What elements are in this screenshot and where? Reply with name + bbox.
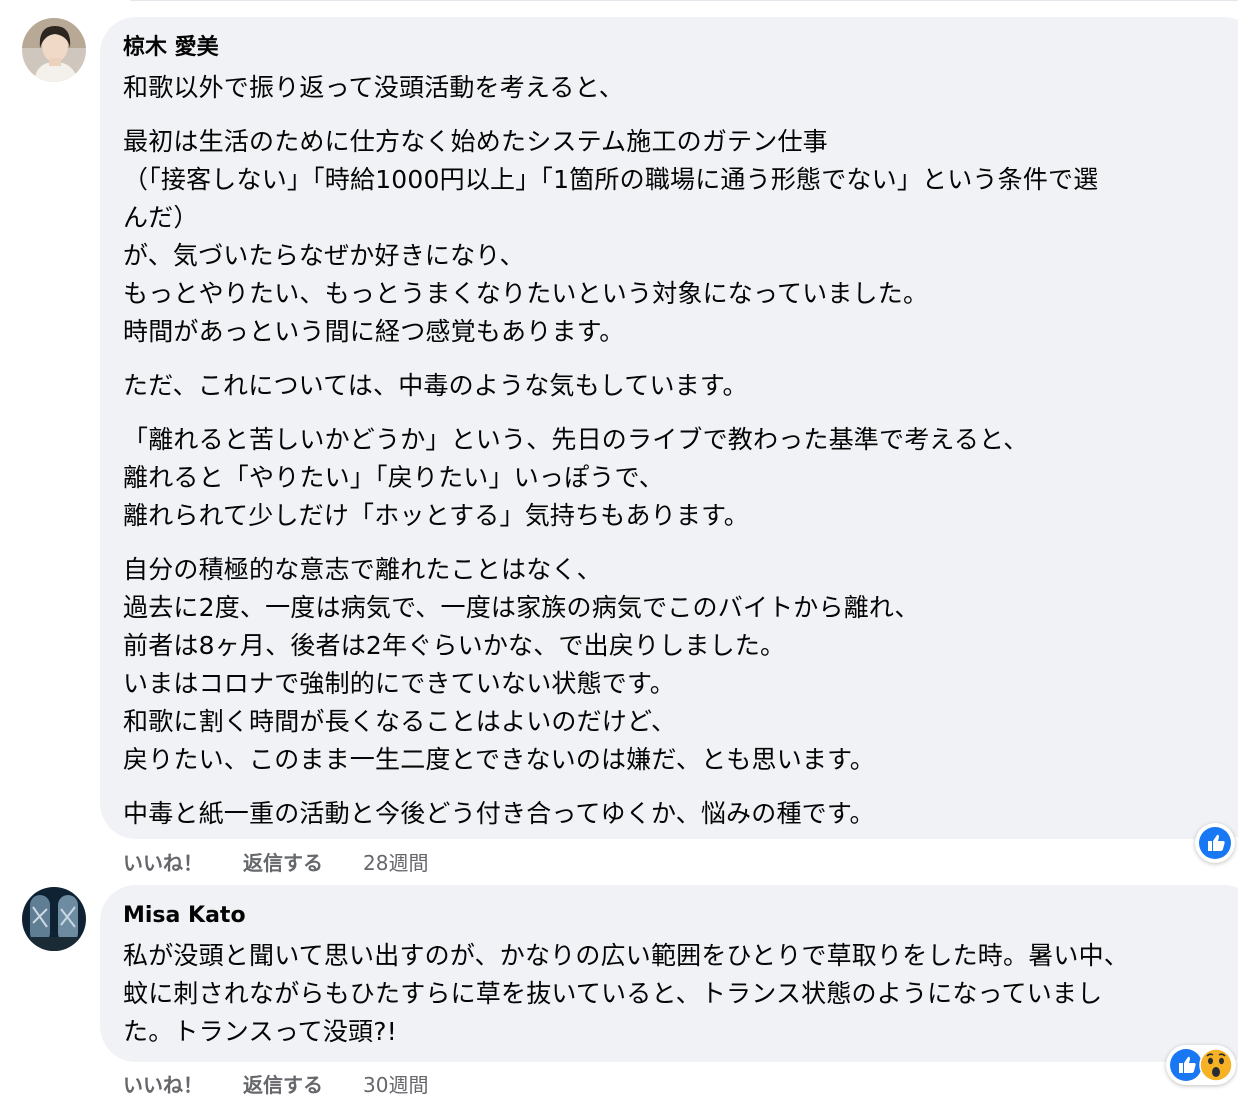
comment-timestamp[interactable]: 30週間 xyxy=(363,1069,428,1098)
comment-line: いまはコロナで強制的にできていない状態です。 xyxy=(123,669,675,698)
like-icon xyxy=(1198,826,1232,860)
like-button[interactable]: いいね！ xyxy=(123,847,203,876)
wow-icon xyxy=(1199,1048,1233,1082)
comment-line: 中毒と紙一重の活動と今後どう付き合ってゆくか、悩みの種です。 xyxy=(123,799,875,828)
reaction-summary-1[interactable] xyxy=(1195,823,1235,863)
comment-line: もっとやりたい、もっとうまくなりたいという対象になっていました。 xyxy=(123,279,929,308)
comment-line: （「接客しない」「時給1000円以上」「1箇所の職場に通う形態でない」という条件… xyxy=(123,165,1099,194)
comment-body: 和歌以外で振り返って没頭活動を考えると、最初は生活のために仕方なく始めたシステム… xyxy=(123,69,1238,833)
comment-paragraph: 「離れると苦しいかどうか」という、先日のライブで教わった基準で考えると、 離れると… xyxy=(123,421,1238,535)
comment-bubble-2: Misa Kato 私が没頭と聞いて思い出すのが、かなりの広い範囲をひとりで草取… xyxy=(100,885,1238,1062)
comment-line: 私が没頭と聞いて思い出すのが、かなりの広い範囲をひとりで草取りをした時。暑い中、 xyxy=(123,941,1130,970)
comment-line: 蚊に刺されながらもひたすらに草を抜いていると、トランス状態のようになっていまし xyxy=(123,979,1103,1008)
comment-author[interactable]: 椋木 愛美 xyxy=(123,33,1238,63)
comment-line: 自分の積極的な意志で離れたことはなく、 xyxy=(123,555,602,584)
comment-line: 和歌以外で振り返って没頭活動を考えると、 xyxy=(123,73,625,102)
comment-line: 離れられて少しだけ「ホッとする」気持ちもあります。 xyxy=(123,501,750,530)
comment-line: 離れると「やりたい」「戻りたい」いっぽうで、 xyxy=(123,463,664,492)
comment-line: が、気づいたらなぜか好きになり、 xyxy=(123,241,525,270)
comment-line: 「離れると苦しいかどうか」という、先日のライブで教わった基準で考えると、 xyxy=(123,425,1029,454)
comment-line: 過去に2度、一度は病気で、一度は家族の病気でこのバイトから離れ、 xyxy=(123,593,920,622)
comment-paragraph: 中毒と紙一重の活動と今後どう付き合ってゆくか、悩みの種です。 xyxy=(123,795,1238,833)
divider-line xyxy=(130,0,1238,1)
comment-line: 時間があっという間に経つ感覚もあります。 xyxy=(123,317,625,346)
comment-line: た。トランスって没頭?! xyxy=(123,1017,397,1046)
comment-body: 私が没頭と聞いて思い出すのが、かなりの広い範囲をひとりで草取りをした時。暑い中、… xyxy=(123,937,1238,1051)
avatar-2[interactable] xyxy=(22,887,86,951)
comment-line: ただ、これについては、中毒のような気もしています。 xyxy=(123,371,748,400)
comment-author[interactable]: Misa Kato xyxy=(123,901,1238,931)
comment-paragraph: 私が没頭と聞いて思い出すのが、かなりの広い範囲をひとりで草取りをした時。暑い中、… xyxy=(123,937,1238,1051)
comment-timestamp[interactable]: 28週間 xyxy=(363,847,428,876)
avatar-1[interactable] xyxy=(22,18,86,82)
reaction-summary-2[interactable] xyxy=(1166,1045,1236,1085)
comment-paragraph: 自分の積極的な意志で離れたことはなく、過去に2度、一度は病気で、一度は家族の病気… xyxy=(123,551,1238,779)
comment-paragraph: 最初は生活のために仕方なく始めたシステム施工のガテン仕事 （「接客しない」「時給1… xyxy=(123,123,1238,351)
reply-button[interactable]: 返信する xyxy=(243,1069,323,1098)
comment-paragraph: 和歌以外で振り返って没頭活動を考えると、 xyxy=(123,69,1238,107)
like-icon xyxy=(1169,1048,1203,1082)
comment-bubble-1: 椋木 愛美 和歌以外で振り返って没頭活動を考えると、最初は生活のために仕方なく始… xyxy=(100,17,1238,839)
comment-line: 戻りたい、このまま一生二度とできないのは嫌だ、とも思います。 xyxy=(123,745,876,774)
comment-line: 前者は8ヶ月、後者は2年ぐらいかな、で出戻りしました。 xyxy=(123,631,786,660)
comment-paragraph: ただ、これについては、中毒のような気もしています。 xyxy=(123,367,1238,405)
reply-button[interactable]: 返信する xyxy=(243,847,323,876)
comment-line: 最初は生活のために仕方なく始めたシステム施工のガテン仕事 xyxy=(123,127,828,156)
comment-line: 和歌に割く時間が長くなることはよいのだけど、 xyxy=(123,707,677,736)
comment-line: んだ） xyxy=(123,203,199,232)
like-button[interactable]: いいね！ xyxy=(123,1069,203,1098)
